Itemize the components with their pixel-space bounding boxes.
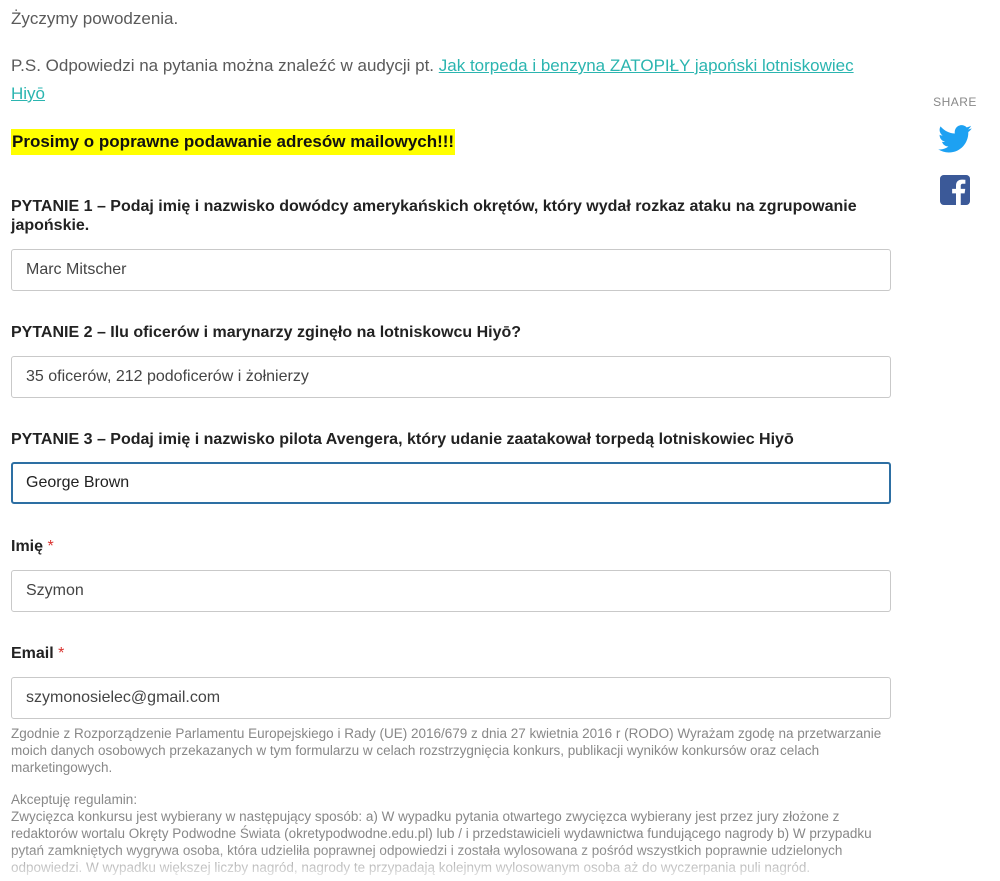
email-warning: Prosimy o poprawne podawanie adresów mai… [11, 129, 456, 155]
email-label: Email * [11, 644, 881, 663]
question-2-input[interactable]: 35 oficerów, 212 podoficerów i żołnierzy [11, 356, 891, 398]
rules-title: Akceptuję regulamin: [11, 792, 138, 807]
question-1-input[interactable]: Marc Mitscher [11, 249, 891, 291]
required-marker: * [47, 538, 54, 555]
question-3-input[interactable]: George Brown [11, 462, 891, 504]
required-marker: * [58, 645, 65, 662]
name-input[interactable]: Szymon [11, 570, 891, 612]
email-label-text: Email [11, 645, 54, 662]
question-3-label: PYTANIE 3 – Podaj imię i nazwisko pilota… [11, 431, 794, 448]
facebook-icon[interactable] [940, 175, 970, 205]
ps-paragraph: P.S. Odpowiedzi na pytania można znaleźć… [11, 52, 891, 108]
ps-text: P.S. Odpowiedzi na pytania można znaleźć… [11, 56, 439, 75]
name-label: Imię * [11, 537, 881, 556]
rodo-consent-text: Zgodnie z Rozporządzenie Parlamentu Euro… [11, 726, 882, 775]
question-1-label: PYTANIE 1 – Podaj imię i nazwisko dowódc… [11, 198, 857, 234]
twitter-icon[interactable] [938, 125, 972, 153]
wish-text: Życzymy powodzenia. [11, 9, 179, 28]
share-label: SHARE [933, 95, 977, 109]
share-panel: SHARE [930, 95, 980, 205]
question-2-label: PYTANIE 2 – Ilu oficerów i marynarzy zgi… [11, 324, 522, 341]
bottom-fade [0, 850, 1000, 881]
email-input[interactable]: szymonosielec@gmail.com [11, 677, 891, 719]
name-label-text: Imię [11, 538, 44, 555]
